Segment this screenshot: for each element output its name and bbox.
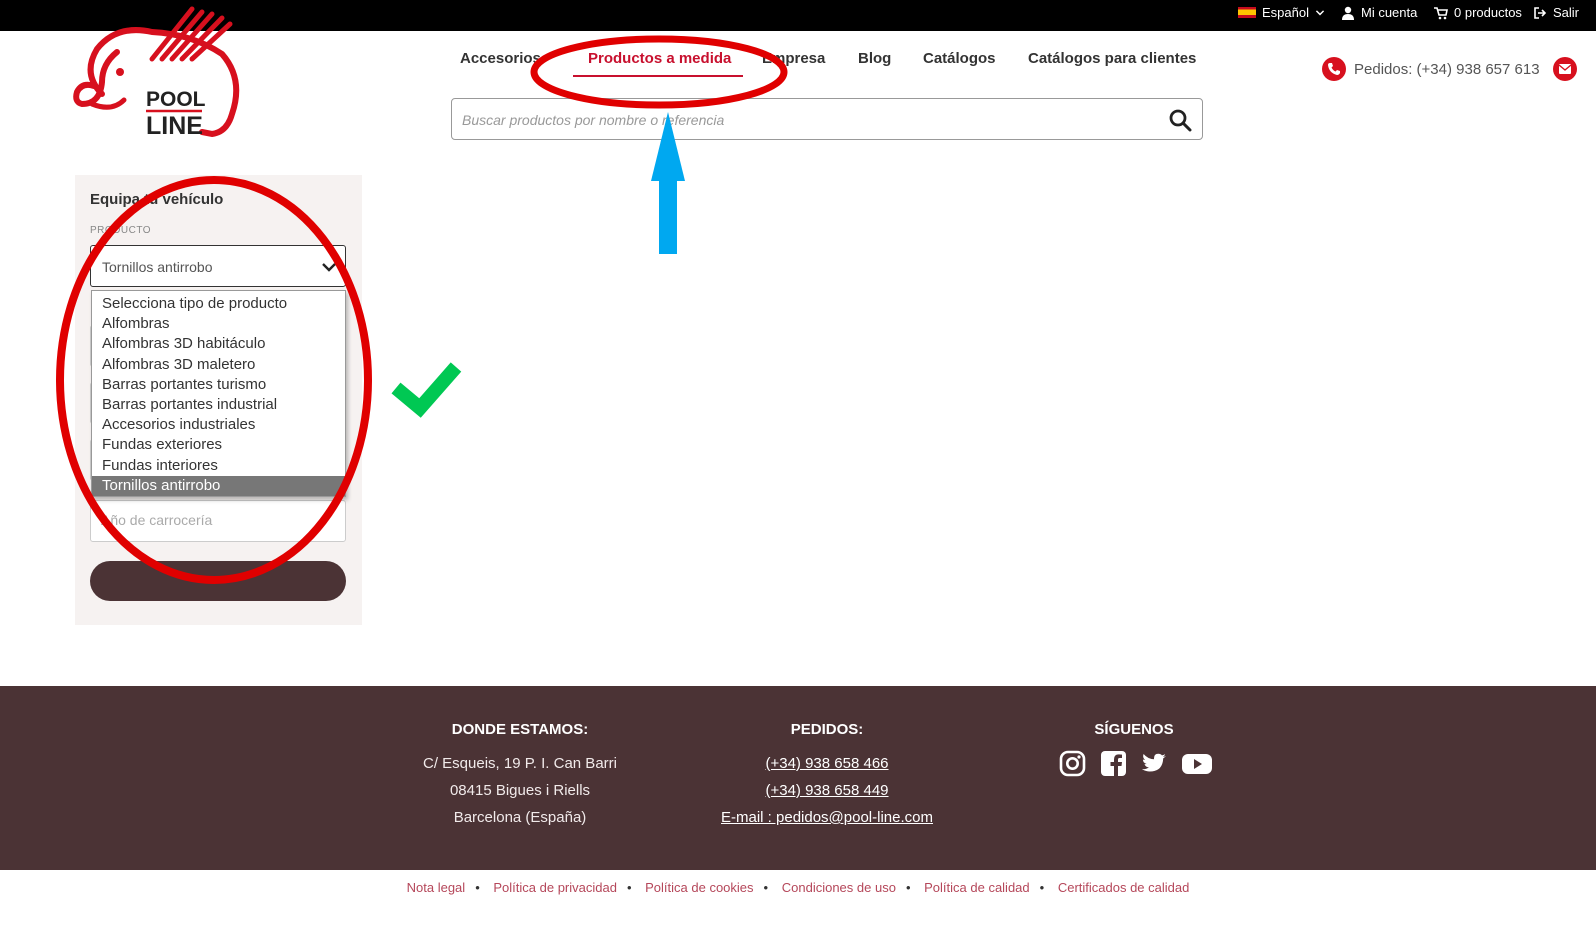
- checkmark-icon: [391, 362, 462, 418]
- pool-line-logo[interactable]: POOL LINE: [72, 4, 247, 139]
- logout-label: Salir: [1553, 5, 1580, 20]
- product-label: PRODUCTO: [90, 225, 152, 236]
- search-bar: [451, 98, 1203, 140]
- dropdown-option[interactable]: Alfombras: [92, 314, 345, 334]
- dropdown-option[interactable]: Fundas exteriores: [92, 435, 345, 455]
- dropdown-option[interactable]: Accesorios industriales: [92, 415, 345, 435]
- nav-empresa[interactable]: Empresa: [762, 50, 825, 67]
- twitter-icon[interactable]: [1141, 750, 1168, 777]
- address-line: 08415 Bigues i Riells: [449, 782, 591, 799]
- cart-link[interactable]: 0 productos: [1434, 5, 1522, 20]
- legal-link-certificados[interactable]: Certificados de calidad: [1058, 880, 1190, 895]
- product-select[interactable]: Tornillos antirrobo: [90, 245, 346, 287]
- year-field-wrapper: [90, 500, 346, 542]
- nav-blog[interactable]: Blog: [858, 50, 891, 67]
- language-label: Español: [1262, 5, 1309, 20]
- footer-email-link[interactable]: E-mail : pedidos@pool-line.com: [677, 804, 977, 831]
- instagram-icon[interactable]: [1059, 750, 1086, 777]
- panel-title: Equipa tu vehículo: [90, 191, 224, 208]
- dropdown-option-selected[interactable]: Tornillos antirrobo: [92, 475, 345, 496]
- footer-orders: PEDIDOS: (+34) 938 658 466 (+34) 938 658…: [677, 721, 977, 831]
- language-selector[interactable]: Español: [1238, 5, 1325, 20]
- footer: DONDE ESTAMOS: C/ Esqueis, 19 P. I. Can …: [0, 686, 1596, 870]
- footer-phone-link[interactable]: (+34) 938 658 466: [677, 750, 977, 777]
- cart-label: 0 productos: [1454, 5, 1522, 20]
- logout-link[interactable]: Salir: [1533, 5, 1579, 20]
- phone-icon: [1322, 57, 1346, 81]
- legal-link-calidad[interactable]: Política de calidad: [924, 880, 1030, 895]
- logo-text-line: LINE: [146, 112, 203, 139]
- phone-label: Pedidos: (+34) 938 657 613: [1354, 60, 1540, 78]
- chevron-down-icon: [1315, 9, 1325, 15]
- dropdown-option[interactable]: Fundas interiores: [92, 456, 345, 476]
- cart-icon: [1434, 6, 1448, 19]
- footer-orders-title: PEDIDOS:: [790, 721, 864, 738]
- nav-catalogos[interactable]: Catálogos: [923, 50, 996, 67]
- search-input[interactable]: [462, 108, 1142, 132]
- footer-location: DONDE ESTAMOS: C/ Esqueis, 19 P. I. Can …: [370, 721, 670, 831]
- user-icon: [1342, 6, 1354, 20]
- nav-productos-a-medida[interactable]: Productos a medida: [588, 50, 731, 67]
- email-icon[interactable]: [1553, 57, 1577, 81]
- address-line: Barcelona (España): [453, 809, 587, 826]
- year-input[interactable]: [101, 512, 331, 528]
- legal-link-privacidad[interactable]: Política de privacidad: [493, 880, 617, 895]
- youtube-icon[interactable]: [1182, 750, 1212, 777]
- logo-text-pool: POOL: [146, 88, 206, 111]
- address-line: C/ Esqueis, 19 P. I. Can Barri: [423, 755, 617, 772]
- legal-link-condiciones[interactable]: Condiciones de uso: [782, 880, 896, 895]
- legal-link-cookies[interactable]: Política de cookies: [645, 880, 753, 895]
- annotation-circle-nav: [530, 35, 788, 109]
- phone-contact[interactable]: Pedidos: (+34) 938 657 613: [1322, 57, 1540, 81]
- nav-accesorios[interactable]: Accesorios: [460, 50, 541, 67]
- footer-follow-title: SÍGUENOS: [1094, 721, 1174, 738]
- spain-flag-icon: [1238, 7, 1256, 18]
- dropdown-option[interactable]: Barras portantes turismo: [92, 375, 345, 395]
- product-dropdown-list: Selecciona tipo de producto Alfombras Al…: [91, 290, 346, 497]
- product-select-value: Tornillos antirrobo: [102, 259, 213, 275]
- dropdown-option[interactable]: Barras portantes industrial: [92, 395, 345, 415]
- nav-active-underline: [573, 75, 743, 77]
- my-account-label: Mi cuenta: [1361, 5, 1418, 20]
- search-icon[interactable]: [1168, 108, 1192, 132]
- filter-search-button[interactable]: [90, 561, 346, 601]
- facebook-icon[interactable]: [1100, 750, 1127, 777]
- nav-catalogos-clientes[interactable]: Catálogos para clientes: [1028, 50, 1196, 67]
- my-account-link[interactable]: Mi cuenta: [1341, 5, 1417, 20]
- chevron-down-icon: [322, 263, 336, 272]
- logout-icon: [1534, 6, 1547, 19]
- dropdown-option[interactable]: Alfombras 3D habitáculo: [92, 334, 345, 354]
- footer-phone-link[interactable]: (+34) 938 658 449: [677, 777, 977, 804]
- footer-social: SÍGUENOS: [984, 721, 1284, 777]
- legal-links: Nota legal • Política de privacidad • Polí…: [406, 880, 1190, 895]
- dropdown-option[interactable]: Selecciona tipo de producto: [92, 294, 345, 314]
- dropdown-option[interactable]: Alfombras 3D maletero: [92, 355, 345, 375]
- legal-link-nota-legal[interactable]: Nota legal: [407, 880, 466, 895]
- footer-location-title: DONDE ESTAMOS:: [451, 721, 589, 738]
